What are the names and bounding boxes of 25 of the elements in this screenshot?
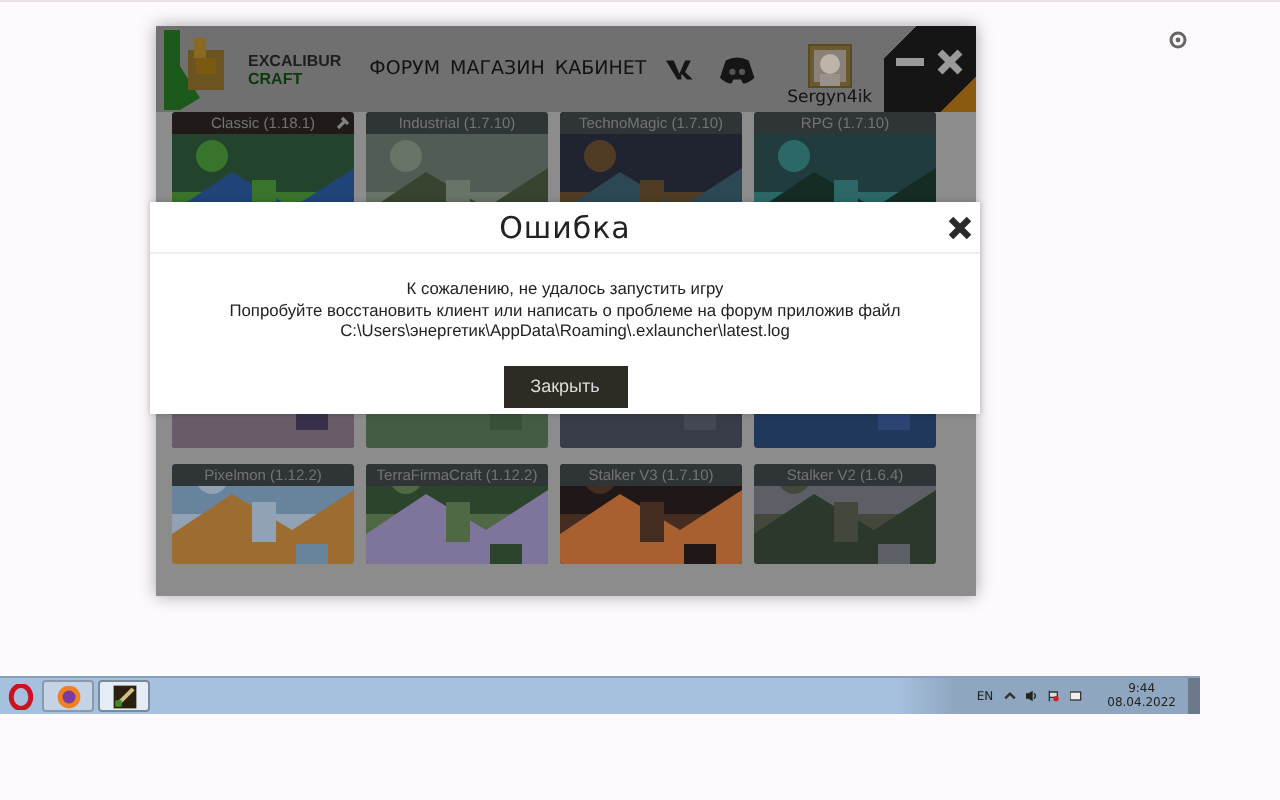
flag-icon[interactable] — [1047, 690, 1060, 702]
close-icon[interactable] — [936, 47, 965, 75]
nav-link[interactable]: КАБИНЕТ — [554, 58, 647, 80]
logo-text: CRAFT — [248, 69, 305, 87]
close-icon[interactable] — [948, 216, 972, 240]
error-message: Попробуйте восстановить клиент или написать о проблеме на форум приложив файл — [229, 299, 901, 320]
logo-text: EXCALIBUR — [248, 51, 342, 69]
avatar-icon[interactable] — [807, 43, 852, 87]
nav-link[interactable]: ФОРУМ — [369, 58, 441, 80]
error-message: C:\Users\энергетик\AppData\Roaming\.exlauncher\latest.log — [340, 320, 790, 341]
username[interactable]: Sergyn4ik — [787, 87, 873, 107]
pin-icon — [336, 116, 350, 130]
caret-icon[interactable] — [1003, 690, 1016, 702]
taskbar-app[interactable] — [98, 680, 150, 712]
sword-icon — [111, 683, 137, 709]
globe-icon — [55, 683, 81, 709]
error-message: К сожалению, не удалось запустить игру — [406, 278, 724, 299]
discord-icon[interactable] — [720, 55, 756, 83]
settings-icon[interactable] — [1168, 30, 1188, 50]
monitor-icon[interactable] — [1069, 690, 1082, 702]
nav-link[interactable]: МАГАЗИН — [450, 58, 545, 80]
close-button[interactable]: Закрыть — [503, 365, 627, 407]
minimize-icon[interactable] — [896, 57, 925, 65]
speaker-icon[interactable] — [1025, 690, 1038, 702]
o-ring-icon — [7, 683, 33, 709]
